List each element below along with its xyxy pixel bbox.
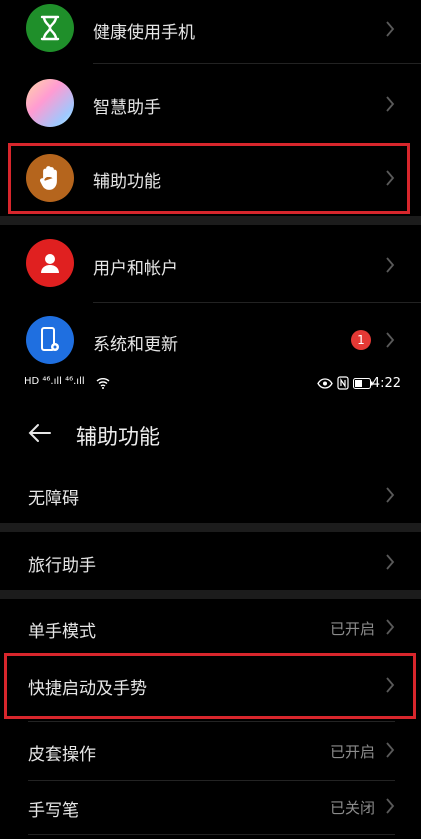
- list-item-label: 手写笔: [28, 801, 79, 821]
- settings-item-users[interactable]: 用户和帐户: [0, 225, 421, 301]
- chevron-right-icon: [386, 798, 395, 814]
- highlight-box: [4, 653, 416, 719]
- wifi-icon: [96, 378, 110, 389]
- highlight-box: [8, 143, 410, 214]
- hourglass-icon: [26, 4, 74, 52]
- assistant-gradient-icon: [26, 79, 74, 127]
- page-title: 辅助功能: [76, 425, 160, 449]
- status-text: 已关闭: [329, 799, 375, 817]
- chevron-right-icon: [386, 332, 395, 348]
- settings-item-label: 健康使用手机: [93, 23, 195, 43]
- chevron-right-icon: [386, 96, 395, 112]
- status-bar: HD ⁴⁶.ıll ⁴⁶.ıll 4:22: [0, 372, 421, 396]
- chevron-right-icon: [386, 257, 395, 273]
- chevron-right-icon: [386, 21, 395, 37]
- chevron-right-icon: [386, 619, 395, 635]
- header: 辅助功能: [0, 405, 421, 465]
- status-text: 已开启: [329, 620, 375, 638]
- list-item-one-hand[interactable]: 单手模式 已开启: [0, 599, 421, 653]
- list-item-label: 皮套操作: [28, 745, 96, 765]
- status-time: 4:22: [371, 376, 401, 391]
- status-text: 已开启: [329, 743, 375, 761]
- list-item-cover[interactable]: 皮套操作 已开启: [0, 722, 421, 780]
- settings-item-label: 智慧助手: [93, 98, 161, 118]
- settings-item-label: 系统和更新: [93, 335, 178, 355]
- list-item-label: 旅行助手: [28, 556, 96, 576]
- list-item-accessibility[interactable]: 无障碍: [0, 468, 421, 523]
- settings-item-system[interactable]: 系统和更新 1: [0, 303, 421, 373]
- list-item-stylus[interactable]: 手写笔 已关闭: [0, 781, 421, 839]
- user-icon: [26, 239, 74, 287]
- signal-icons: HD ⁴⁶.ıll ⁴⁶.ıll: [24, 376, 85, 387]
- eye-icon: [317, 378, 333, 389]
- chevron-right-icon: [386, 742, 395, 758]
- settings-item-assistant[interactable]: 智慧助手: [0, 66, 421, 141]
- list-item-travel[interactable]: 旅行助手: [0, 532, 421, 590]
- back-arrow-icon[interactable]: [28, 423, 52, 443]
- chevron-right-icon: [386, 554, 395, 570]
- list-item-label: 无障碍: [28, 489, 79, 509]
- chevron-right-icon: [386, 487, 395, 503]
- nfc-icon: [337, 376, 349, 390]
- list-item-label: 单手模式: [28, 622, 96, 642]
- battery-icon: [353, 378, 373, 389]
- settings-item-health[interactable]: 健康使用手机: [0, 0, 421, 60]
- update-badge: 1: [351, 330, 371, 350]
- settings-item-label: 用户和帐户: [93, 259, 178, 279]
- phone-settings-icon: [26, 316, 74, 364]
